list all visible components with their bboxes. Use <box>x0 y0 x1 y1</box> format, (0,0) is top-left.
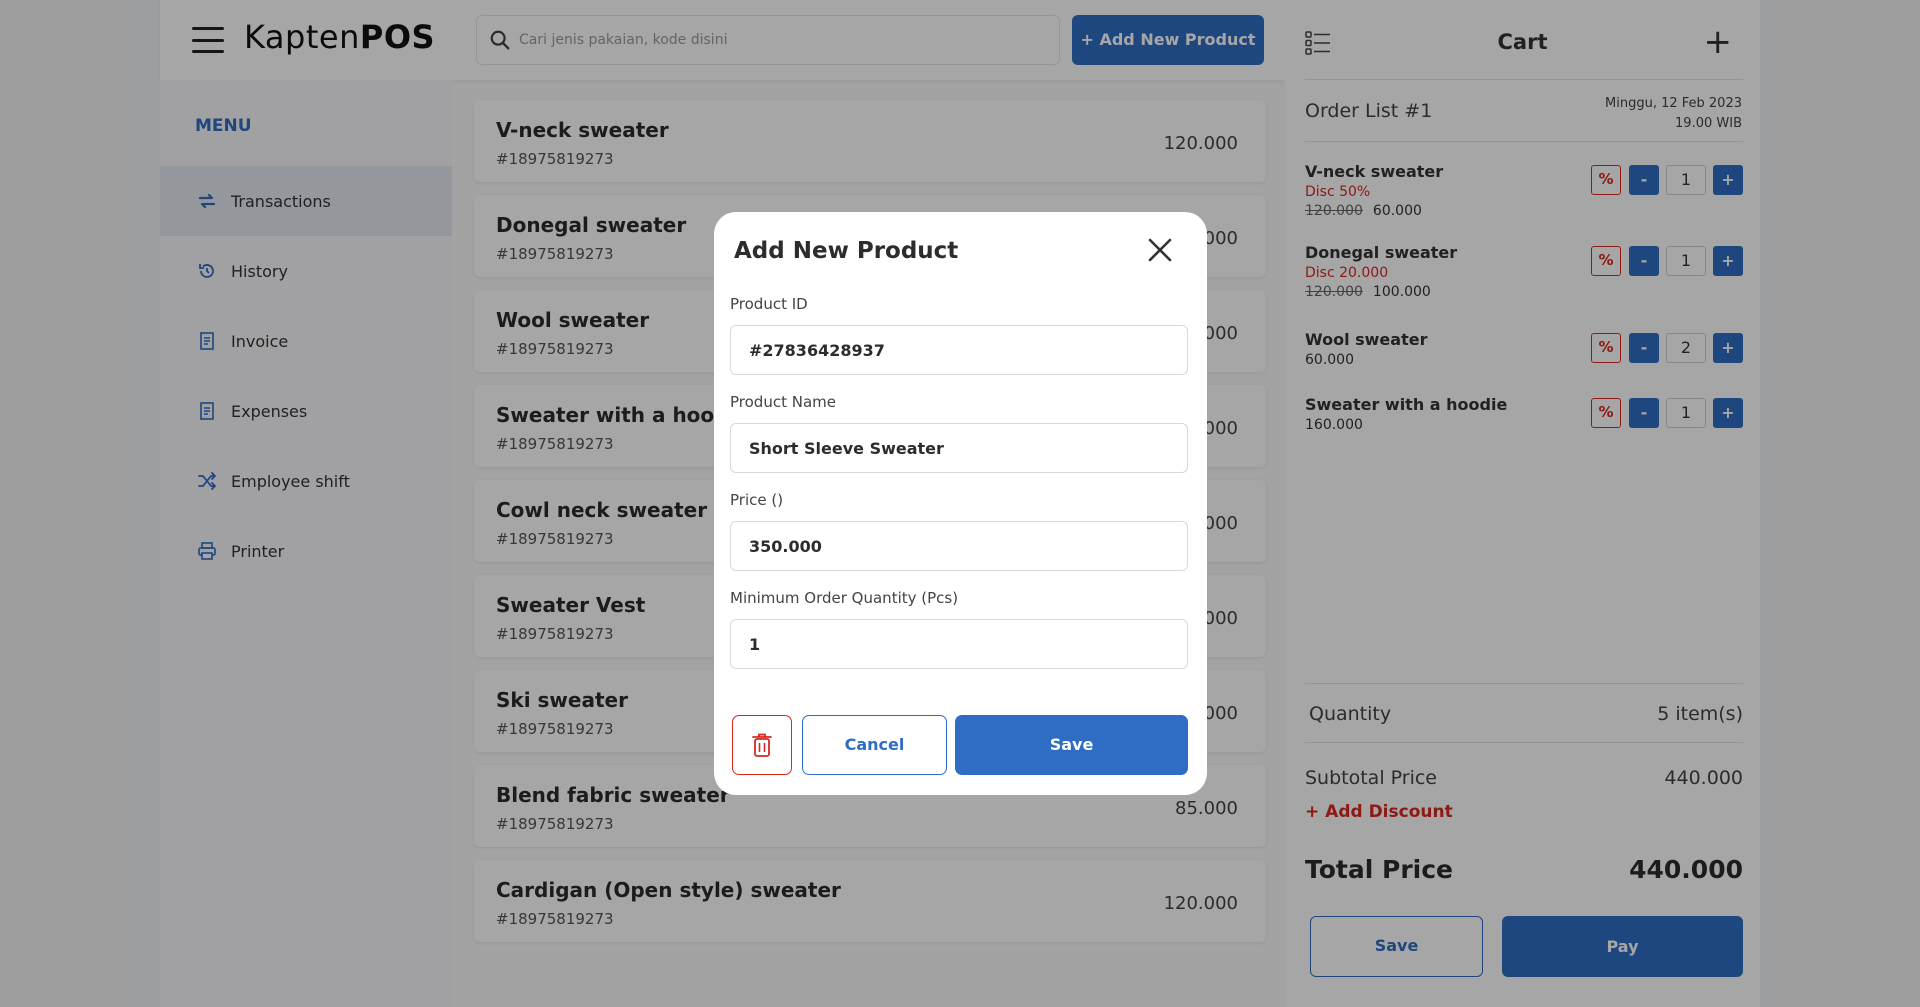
close-icon[interactable] <box>1147 237 1173 263</box>
product-id-field[interactable] <box>730 325 1188 375</box>
price-field[interactable] <box>730 521 1188 571</box>
min-order-qty-field[interactable] <box>730 619 1188 669</box>
product-name-field[interactable] <box>730 423 1188 473</box>
add-product-modal: Add New Product Product ID Product Name … <box>714 212 1207 795</box>
save-button[interactable]: Save <box>955 715 1188 775</box>
trash-icon <box>752 733 772 757</box>
modal-title: Add New Product <box>734 238 959 264</box>
delete-button[interactable] <box>732 715 792 775</box>
min-order-qty-label: Minimum Order Quantity (Pcs) <box>730 589 959 607</box>
product-id-label: Product ID <box>730 295 808 313</box>
product-name-label: Product Name <box>730 393 836 411</box>
price-label: Price () <box>730 491 784 509</box>
cancel-button[interactable]: Cancel <box>802 715 947 775</box>
